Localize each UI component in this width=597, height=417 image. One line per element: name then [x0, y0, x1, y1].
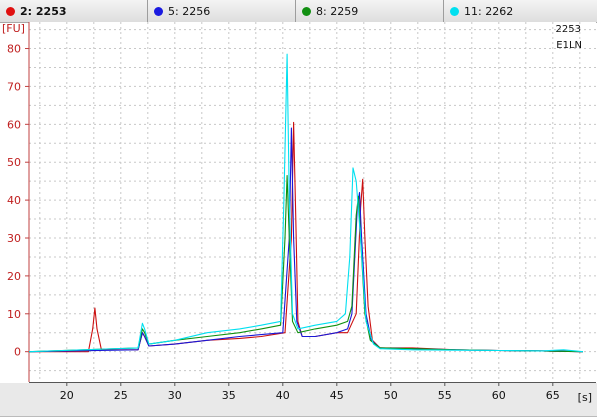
- sample-id-annotation: 2253: [556, 24, 581, 35]
- x-tick-label: 20: [60, 389, 74, 402]
- y-tick-label: 70: [7, 80, 21, 93]
- electropherogram-window: 2: 2253 5: 2256 8: 2259 11: 2262 0 10 20 30…: [0, 0, 597, 417]
- sample-tab-bar: 2: 2253 5: 2256 8: 2259 11: 2262: [0, 0, 597, 23]
- sample-name-annotation: E1LN: [556, 40, 582, 51]
- tab-sample-11[interactable]: 11: 2262: [444, 0, 597, 22]
- y-tick-labels: 0 10 20 30 40 50 60 70 80: [7, 43, 29, 359]
- tab-label: 11: 2262: [464, 4, 514, 18]
- red-dot-icon: [6, 6, 15, 16]
- blue-dot-icon: [154, 6, 163, 16]
- tab-sample-8[interactable]: 8: 2259: [296, 0, 444, 22]
- y-tick-label: 60: [7, 118, 21, 131]
- x-tick-label: 35: [222, 389, 236, 402]
- x-tick-label: 60: [492, 389, 506, 402]
- y-tick-label: 80: [7, 43, 21, 56]
- electropherogram-chart[interactable]: 0 10 20 30 40 50 60 70 80 20 25 30 35 40 45 50 55 60 65 […: [0, 22, 597, 417]
- y-axis-label: [FU]: [2, 22, 25, 35]
- x-tick-label: 30: [168, 389, 182, 402]
- tab-sample-2[interactable]: 2: 2253: [0, 0, 148, 22]
- y-tick-label: 30: [7, 232, 21, 245]
- tab-label: 2: 2253: [20, 4, 67, 18]
- y-tick-label: 40: [7, 194, 21, 207]
- y-tick-label: 20: [7, 270, 21, 283]
- plot-area: [29, 22, 596, 382]
- tab-sample-5[interactable]: 5: 2256: [148, 0, 296, 22]
- tab-label: 5: 2256: [168, 4, 211, 18]
- x-tick-label: 45: [330, 389, 344, 402]
- y-tick-label: 50: [7, 156, 21, 169]
- x-axis-band: [0, 383, 597, 417]
- x-tick-label: 55: [438, 389, 452, 402]
- x-tick-label: 65: [546, 389, 560, 402]
- y-tick-label: 0: [14, 346, 21, 359]
- green-dot-icon: [302, 6, 311, 16]
- x-axis-label: [s]: [578, 391, 592, 404]
- x-tick-label: 25: [114, 389, 128, 402]
- tab-label: 8: 2259: [316, 4, 359, 18]
- y-tick-label: 10: [7, 308, 21, 321]
- x-tick-label: 50: [384, 389, 398, 402]
- cyan-dot-icon: [450, 6, 459, 16]
- x-tick-label: 40: [276, 389, 290, 402]
